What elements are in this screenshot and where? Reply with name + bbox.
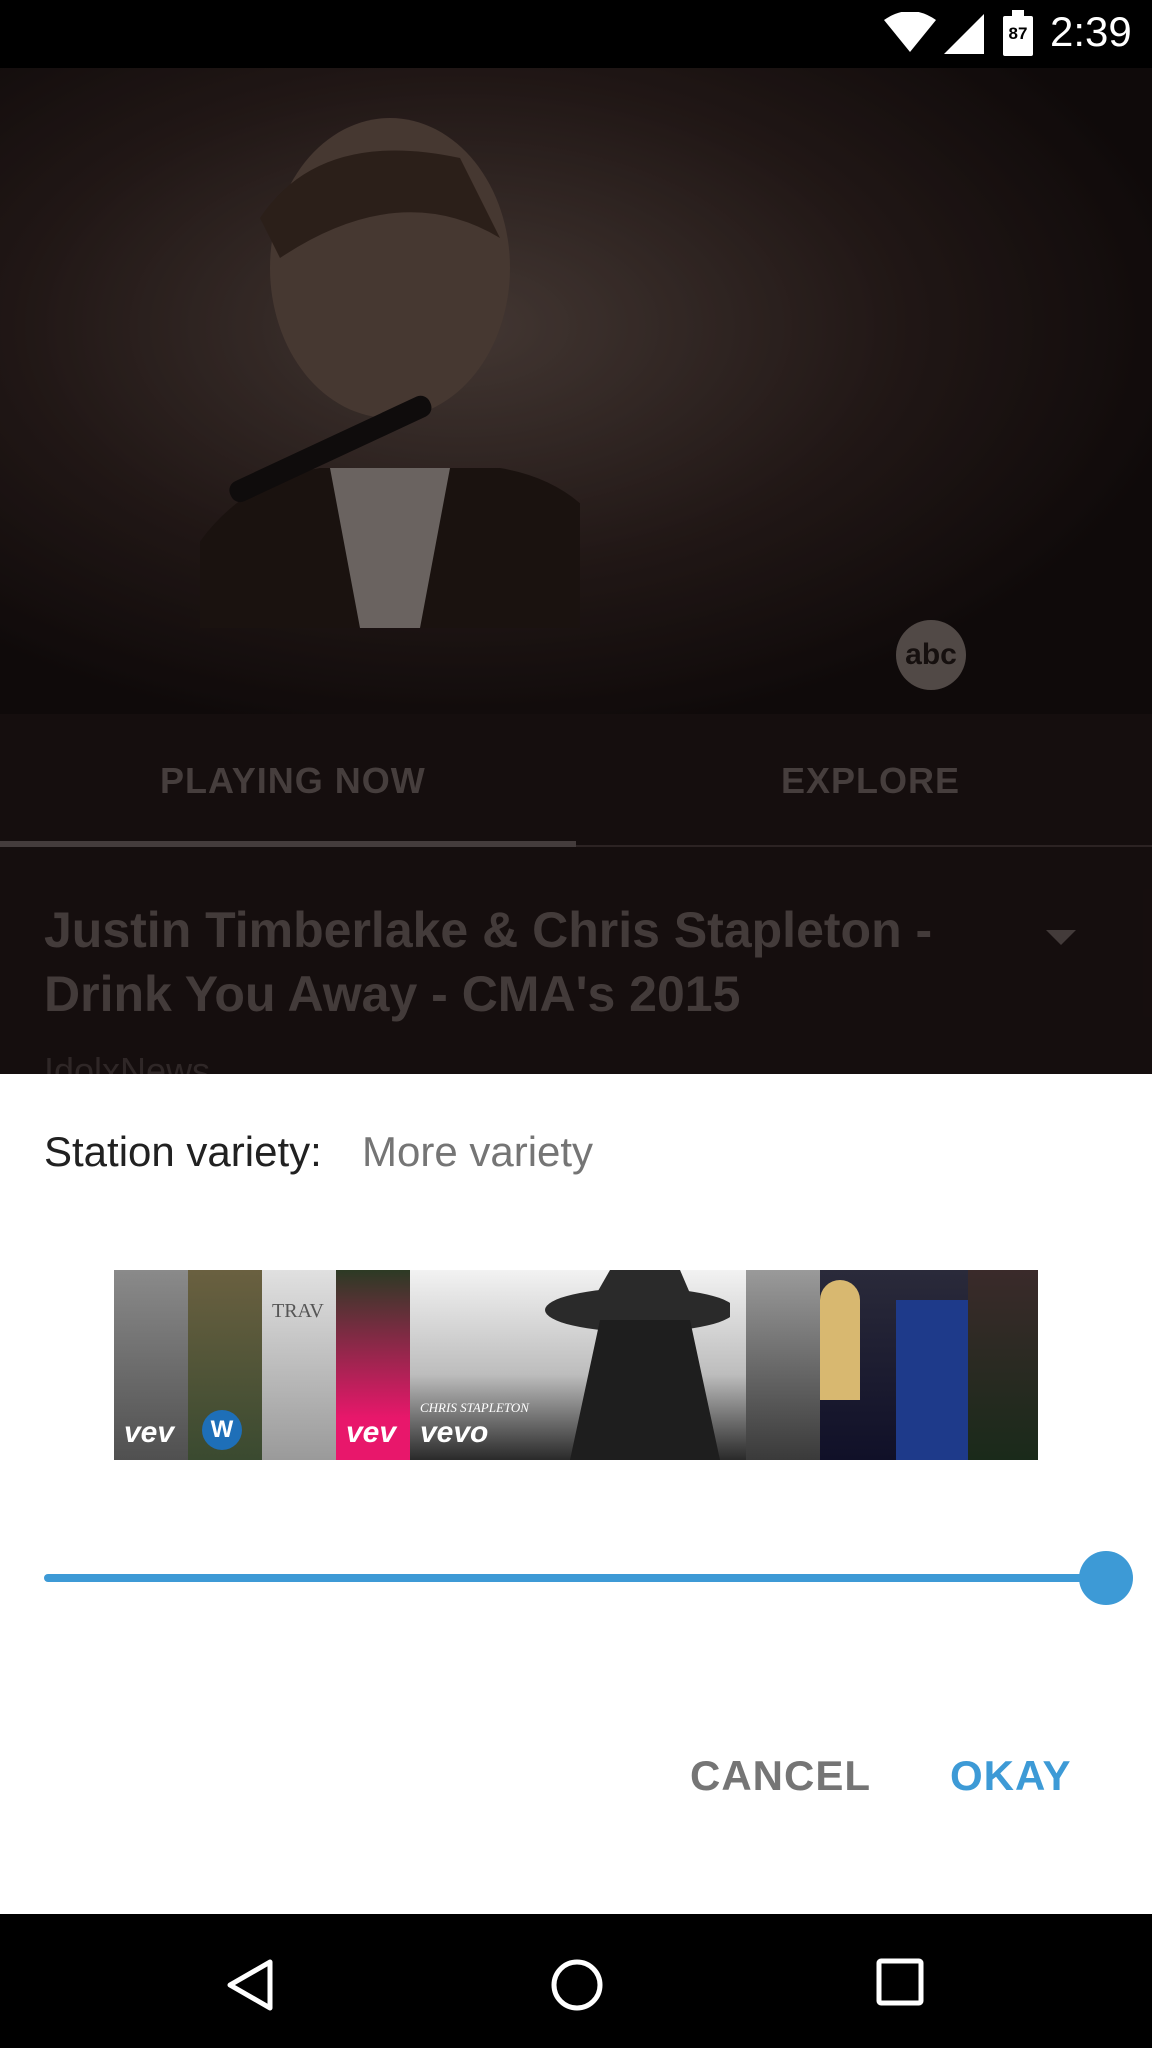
thumbnail bbox=[968, 1270, 1038, 1460]
thumbnail: CHRIS STAPLETON vevo bbox=[410, 1270, 746, 1460]
variety-value: More variety bbox=[362, 1128, 594, 1175]
battery-icon: 87 bbox=[1003, 10, 1033, 56]
wifi-icon bbox=[884, 12, 936, 52]
cancel-button[interactable]: CANCEL bbox=[690, 1752, 871, 1800]
navigation-bar bbox=[0, 1914, 1152, 2048]
thumbnail: vev bbox=[336, 1270, 410, 1460]
thumbnail: W bbox=[188, 1270, 262, 1460]
dialog-scrim bbox=[0, 68, 1152, 1074]
variety-slider-track[interactable] bbox=[44, 1574, 1106, 1582]
thumbnail bbox=[746, 1270, 820, 1460]
recents-icon[interactable] bbox=[876, 1958, 924, 2006]
cowboy-silhouette bbox=[545, 1270, 730, 1460]
thumbnail: vev bbox=[114, 1270, 188, 1460]
okay-button[interactable]: OKAY bbox=[950, 1752, 1072, 1800]
warner-logo: W bbox=[202, 1410, 242, 1450]
variety-label: Station variety: bbox=[44, 1128, 322, 1175]
thumbnail bbox=[820, 1270, 968, 1460]
battery-level: 87 bbox=[1008, 24, 1028, 43]
thumbnail-filmstrip: vev W TRAV vev CHRIS STAPLETON vevo bbox=[114, 1270, 1038, 1460]
guitarist-figure bbox=[896, 1300, 968, 1460]
home-icon[interactable] bbox=[550, 1958, 604, 2012]
variety-slider-thumb[interactable] bbox=[1079, 1551, 1133, 1605]
signal-icon bbox=[944, 14, 984, 54]
status-bar: 87 2:39 bbox=[0, 0, 1152, 68]
thumbnail: TRAV bbox=[262, 1270, 336, 1460]
back-icon[interactable] bbox=[226, 1958, 274, 2012]
album-caption: CHRIS STAPLETON bbox=[420, 1400, 529, 1415]
travis-text: TRAV bbox=[272, 1300, 324, 1322]
vevo-logo: vev bbox=[124, 1416, 175, 1449]
vevo-logo: vev bbox=[346, 1416, 397, 1449]
vevo-logo: vevo bbox=[420, 1416, 489, 1449]
clock: 2:39 bbox=[1050, 8, 1132, 55]
drummer-figure bbox=[820, 1280, 860, 1400]
